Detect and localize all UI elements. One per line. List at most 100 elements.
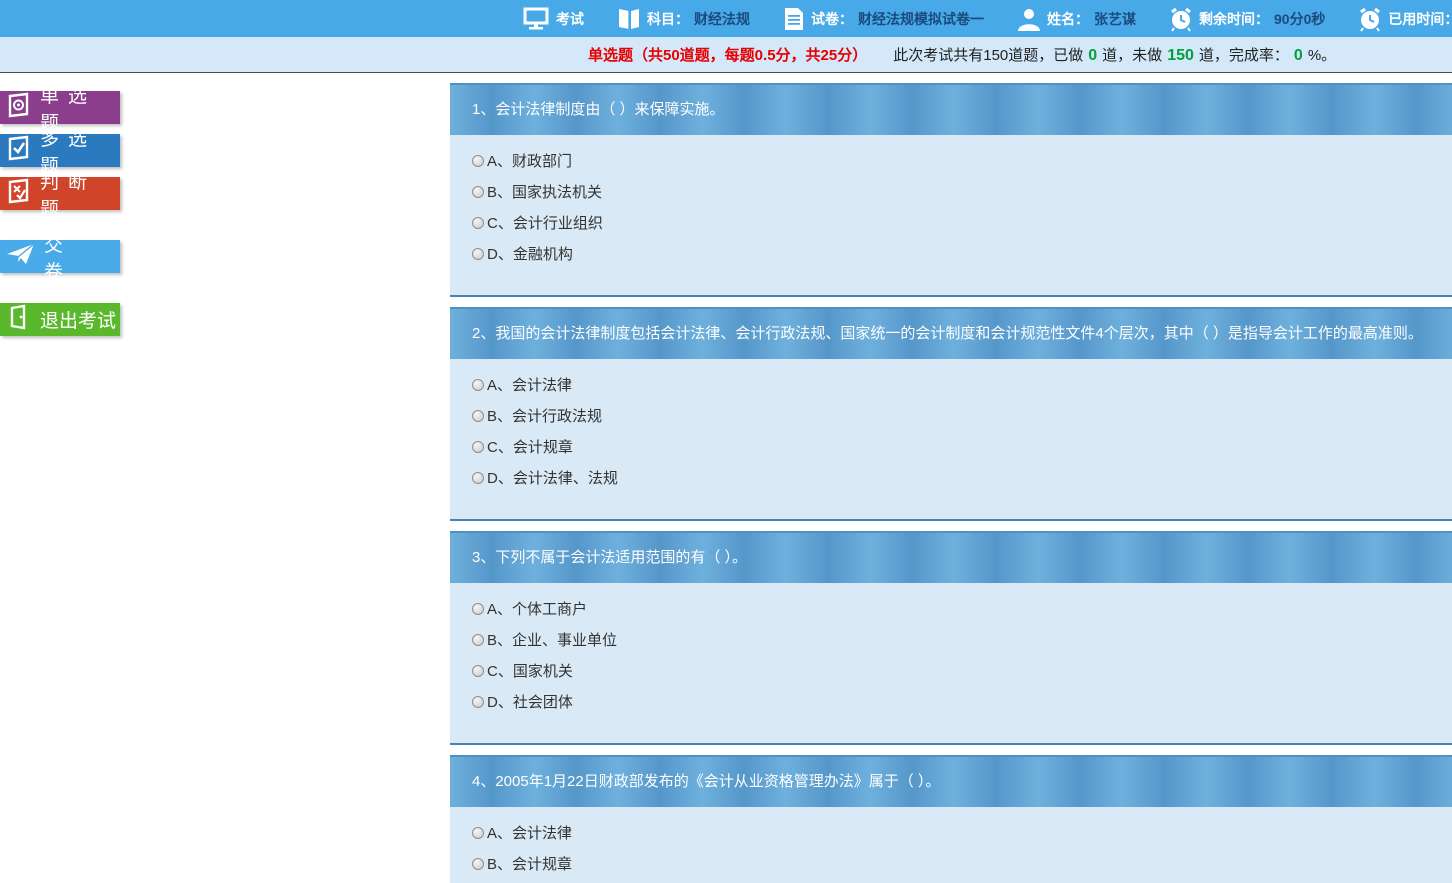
elapsed-time-indicator: 已用时间： 0分1秒 xyxy=(1357,6,1452,32)
sidebar: 单选题 多选题 判断题 交卷 xyxy=(0,91,120,346)
paper-label: 试卷： xyxy=(811,9,853,29)
book-icon xyxy=(616,6,642,32)
stats-mid1: 道，未做 xyxy=(1102,47,1162,64)
option-radio[interactable] xyxy=(472,858,484,870)
name-indicator: 姓名： 张艺谋 xyxy=(1016,6,1136,32)
name-label: 姓名： xyxy=(1047,9,1089,29)
option-radio[interactable] xyxy=(472,827,484,839)
option-radio[interactable] xyxy=(472,217,484,229)
judge-flag-icon xyxy=(6,178,32,210)
subject-label: 科目： xyxy=(647,9,689,29)
option-label: C、会计规章 xyxy=(487,436,573,457)
question-title: 2、我国的会计法律制度包括会计法律、会计行政法规、国家统一的会计制度和会计规范性… xyxy=(450,307,1452,359)
option-radio[interactable] xyxy=(472,472,484,484)
answer-option[interactable]: C、会计行业组织 xyxy=(472,207,1430,238)
done-count: 0 xyxy=(1088,47,1097,64)
option-label: C、会计行业组织 xyxy=(487,212,603,233)
sidebar-item-label: 判断题 xyxy=(40,167,120,221)
option-radio[interactable] xyxy=(472,603,484,615)
question-title: 3、下列不属于会计法适用范围的有（ ）。 xyxy=(450,531,1452,583)
exam-label: 考试 xyxy=(556,9,584,29)
option-radio[interactable] xyxy=(472,186,484,198)
option-label: C、国家机关 xyxy=(487,660,573,681)
option-label: B、会计行政法规 xyxy=(487,405,602,426)
topbar: 考试 科目： 财经法规 试卷： 财经法规模拟试卷一 xyxy=(0,0,1452,37)
submit-paper-button[interactable]: 交卷 xyxy=(0,240,120,273)
exit-door-icon xyxy=(6,304,32,336)
stats-mid2: 道，完成率： xyxy=(1199,47,1289,64)
option-radio[interactable] xyxy=(472,665,484,677)
question-options: A、会计法律 B、会计规章 xyxy=(450,807,1452,883)
paper-indicator: 试卷： 财经法规模拟试卷一 xyxy=(782,6,984,32)
name-value: 张艺谋 xyxy=(1094,9,1136,29)
exam-stats: 此次考试共有150道题，已做 0 道，未做 150 道，完成率： 0 %。 xyxy=(893,44,1336,65)
answer-option[interactable]: B、企业、事业单位 xyxy=(472,624,1430,655)
sidebar-item-single-choice[interactable]: 单选题 xyxy=(0,91,120,124)
option-radio[interactable] xyxy=(472,248,484,260)
option-radio[interactable] xyxy=(472,696,484,708)
sidebar-item-multi-choice[interactable]: 多选题 xyxy=(0,134,120,167)
alarm-clock-icon xyxy=(1357,6,1383,32)
answer-option[interactable]: D、会计法律、法规 xyxy=(472,462,1430,493)
question-list: 1、会计法律制度由（ ）来保障实施。 A、财政部门 B、国家执法机关 C、会计行… xyxy=(450,83,1452,883)
answer-option[interactable]: D、金融机构 xyxy=(472,238,1430,269)
answer-option[interactable]: B、会计行政法规 xyxy=(472,400,1430,431)
monitor-icon xyxy=(523,6,551,32)
subject-indicator: 科目： 财经法规 xyxy=(616,6,750,32)
option-label: A、会计法律 xyxy=(487,374,572,395)
radio-flag-icon xyxy=(6,92,32,124)
option-label: D、会计法律、法规 xyxy=(487,467,618,488)
exam-summary-bar: 单选题（共50道题，每题0.5分，共25分） 此次考试共有150道题，已做 0 道，… xyxy=(0,37,1452,73)
option-label: A、个体工商户 xyxy=(487,598,587,619)
check-flag-icon xyxy=(6,135,32,167)
exit-label: 退出考试 xyxy=(40,306,116,333)
undone-count: 150 xyxy=(1167,47,1194,64)
sidebar-item-true-false[interactable]: 判断题 xyxy=(0,177,120,210)
option-label: B、国家执法机关 xyxy=(487,181,602,202)
submit-label: 交卷 xyxy=(44,230,120,284)
answer-option[interactable]: B、会计规章 xyxy=(472,848,1430,879)
user-icon xyxy=(1016,6,1042,32)
question-options: A、财政部门 B、国家执法机关 C、会计行业组织 D、金融机构 xyxy=(450,135,1452,297)
question-title: 4、2005年1月22日财政部发布的《会计从业资格管理办法》属于（ ）。 xyxy=(450,755,1452,807)
option-label: B、会计规章 xyxy=(487,853,572,874)
option-label: A、会计法律 xyxy=(487,822,572,843)
question-block: 3、下列不属于会计法适用范围的有（ ）。 A、个体工商户 B、企业、事业单位 C… xyxy=(450,531,1452,745)
section-info: 单选题（共50道题，每题0.5分，共25分） xyxy=(588,44,867,65)
answer-option[interactable]: A、会计法律 xyxy=(472,817,1430,848)
question-block: 2、我国的会计法律制度包括会计法律、会计行政法规、国家统一的会计制度和会计规范性… xyxy=(450,307,1452,521)
remaining-time-indicator: 剩余时间： 90分0秒 xyxy=(1168,6,1325,32)
option-radio[interactable] xyxy=(472,441,484,453)
option-radio[interactable] xyxy=(472,155,484,167)
answer-option[interactable]: D、社会团体 xyxy=(472,686,1430,717)
option-label: B、企业、事业单位 xyxy=(487,629,617,650)
paper-value: 财经法规模拟试卷一 xyxy=(858,9,984,29)
answer-option[interactable]: A、会计法律 xyxy=(472,369,1430,400)
option-label: D、金融机构 xyxy=(487,243,573,264)
document-icon xyxy=(782,6,806,32)
option-radio[interactable] xyxy=(472,379,484,391)
option-label: A、财政部门 xyxy=(487,150,572,171)
option-label: D、社会团体 xyxy=(487,691,573,712)
answer-option[interactable]: C、会计规章 xyxy=(472,431,1430,462)
answer-option[interactable]: A、个体工商户 xyxy=(472,593,1430,624)
question-title: 1、会计法律制度由（ ）来保障实施。 xyxy=(450,83,1452,135)
question-options: A、个体工商户 B、企业、事业单位 C、国家机关 D、社会团体 xyxy=(450,583,1452,745)
exam-indicator: 考试 xyxy=(523,6,584,32)
answer-option[interactable]: C、国家机关 xyxy=(472,655,1430,686)
stats-suffix: %。 xyxy=(1308,47,1336,64)
subject-value: 财经法规 xyxy=(694,9,750,29)
exit-exam-button[interactable]: 退出考试 xyxy=(0,303,120,336)
completion-rate: 0 xyxy=(1294,47,1303,64)
option-radio[interactable] xyxy=(472,410,484,422)
paper-plane-icon xyxy=(6,241,36,273)
option-radio[interactable] xyxy=(472,634,484,646)
answer-option[interactable]: A、财政部门 xyxy=(472,145,1430,176)
question-options: A、会计法律 B、会计行政法规 C、会计规章 D、会计法律、法规 xyxy=(450,359,1452,521)
stats-prefix: 此次考试共有150道题，已做 xyxy=(893,47,1083,64)
remaining-value: 90分0秒 xyxy=(1274,9,1325,29)
alarm-clock-icon xyxy=(1168,6,1194,32)
elapsed-label: 已用时间： xyxy=(1388,9,1452,29)
answer-option[interactable]: B、国家执法机关 xyxy=(472,176,1430,207)
question-block: 4、2005年1月22日财政部发布的《会计从业资格管理办法》属于（ ）。 A、会… xyxy=(450,755,1452,883)
